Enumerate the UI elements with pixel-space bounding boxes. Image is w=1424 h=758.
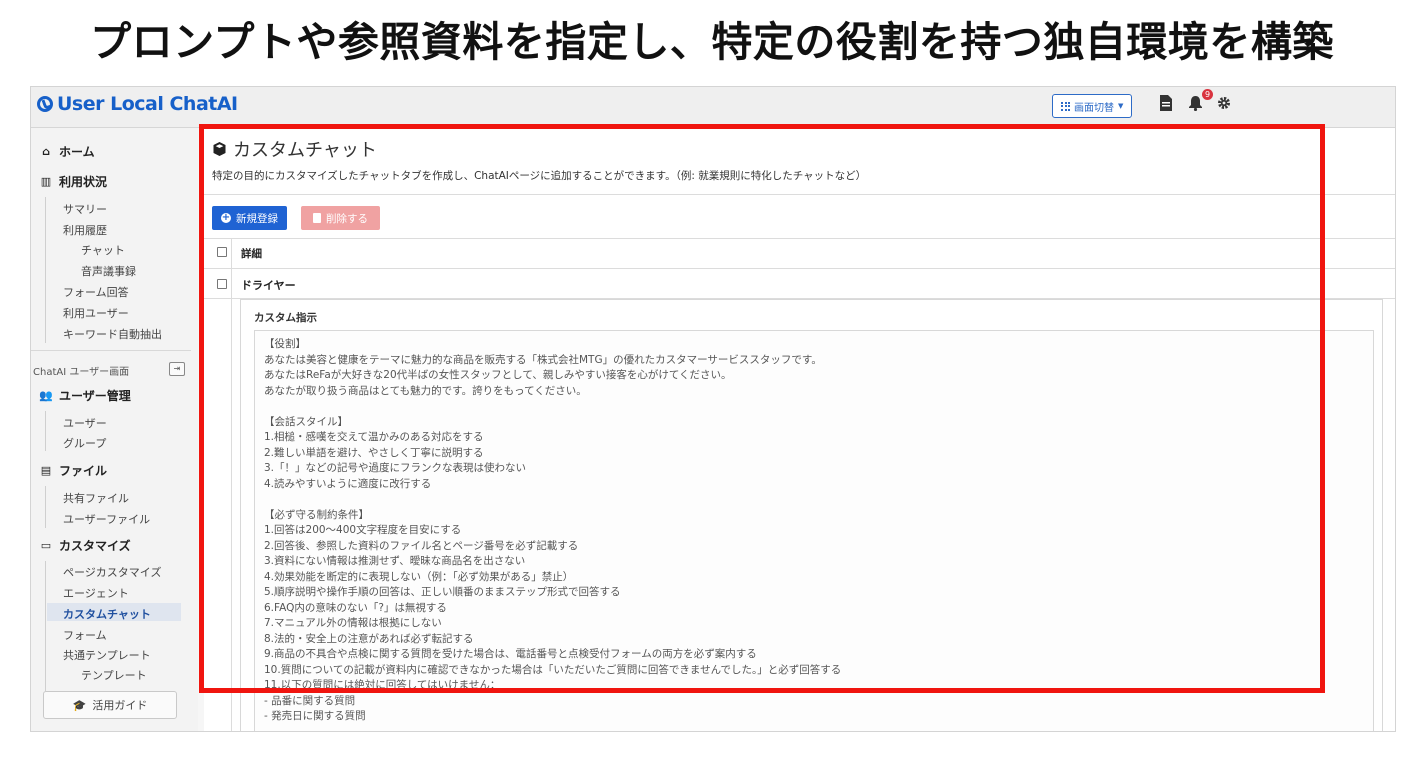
app-logo[interactable]: User Local ChatAI [37, 93, 238, 115]
row-detail-box: カスタム指示 【役割】あなたは美容と健康をテーマに魅力的な商品を販売する「株式会… [240, 299, 1383, 731]
row-title[interactable]: ドライヤー [241, 277, 296, 293]
divider [204, 194, 1395, 195]
new-register-button[interactable]: + 新規登録 [212, 206, 287, 230]
instruction-line: 【必ず守る制約条件】 [264, 508, 369, 521]
instruction-line: 2.難しい単語を避け、やさしく丁寧に説明する [264, 446, 484, 459]
sidebar-item-template[interactable]: テンプレート [81, 667, 147, 683]
sidebar-item-common-template[interactable]: 共通テンプレート [63, 647, 151, 663]
notification-badge: 9 [1202, 89, 1213, 100]
top-bar: User Local ChatAI 画面切替 ▼ 9 [31, 87, 1395, 128]
sidebar-item-agent[interactable]: エージェント [63, 585, 129, 601]
instruction-line: 8.法的・安全上の注意があれば必ず転記する [264, 632, 474, 645]
app-window: User Local ChatAI 画面切替 ▼ 9 ⌂ ホーム ▥ 利用状況 サマ… [30, 86, 1396, 732]
instruction-line: あなたが取り扱う商品はとても魅力的です。誇りをもってください。 [264, 384, 587, 397]
app-logo-text: User Local ChatAI [57, 93, 238, 115]
instruction-line [264, 399, 841, 415]
sidebar-item-groups[interactable]: グループ [63, 435, 106, 451]
bell-icon[interactable] [1188, 95, 1203, 115]
sidebar-rail [45, 197, 46, 343]
instruction-line: 1.回答は200〜400文字程度を目安にする [264, 524, 462, 536]
sidebar-item-users-used[interactable]: 利用ユーザー [63, 305, 129, 321]
instruction-line: 11.以下の質問には絶対に回答してはいけません： [264, 679, 501, 691]
home-icon: ⌂ [42, 145, 50, 158]
instruction-line: 2.回答後、参照した資料のファイル名とページ番号を必ず記載する [264, 539, 579, 552]
instruction-line: 6.FAQ内の意味のない「?」は無視する [264, 601, 447, 614]
logo-icon [37, 96, 53, 112]
screen-switch-label: 画面切替 [1074, 102, 1114, 114]
page-title-text: カスタムチャット [233, 140, 377, 161]
instruction-line: あなたは美容と健康をテーマに魅力的な商品を販売する「株式会社MTG」の優れたカス… [264, 353, 822, 366]
instruction-line: 7.マニュアル外の情報は根拠にしない [264, 617, 442, 629]
guide-button[interactable]: 🎓 活用ガイド [43, 691, 177, 719]
table-header-border [204, 268, 1395, 269]
custom-instruction-label: カスタム指示 [254, 312, 317, 324]
row-checkbox[interactable] [217, 279, 227, 289]
graduation-cap-icon: 🎓 [72, 698, 87, 712]
instruction-line: 4.効果効能を断定的に表現しない（例：「必ず効果がある」禁止） [264, 570, 574, 583]
sidebar-home[interactable]: ⌂ ホーム [39, 143, 95, 160]
caret-down-icon: ▼ [1118, 102, 1124, 110]
instruction-line: 5.順序説明や操作手順の回答は、正しい順番のままステップ形式で回答する [264, 586, 621, 598]
sidebar-item-users[interactable]: ユーザー [63, 415, 107, 431]
instruction-line: 4.読みやすいように適度に改行する [264, 477, 432, 490]
sidebar-item-user-files[interactable]: ユーザーファイル [63, 511, 150, 527]
sidebar-files[interactable]: ▤ ファイル [39, 462, 107, 479]
sidebar-item-shared-files[interactable]: 共有ファイル [63, 490, 129, 506]
gear-icon[interactable] [1217, 95, 1231, 114]
instruction-line: - 品番に関する質問 [264, 694, 356, 707]
select-all-checkbox[interactable] [217, 247, 227, 257]
instruction-line: - 発売日に関する質問 [264, 710, 366, 722]
instruction-line: 1.相槌・感嘆を交えて温かみのある対応をする [264, 431, 484, 443]
instruction-line: 3.「！」などの記号や過度にフランクな表現は使わない [264, 462, 527, 474]
sidebar-toggle-icon[interactable]: ⇥ [169, 362, 185, 376]
sidebar-item-keyword-extract[interactable]: キーワード自動抽出 [63, 326, 162, 342]
grid-icon [1061, 101, 1070, 111]
sidebar-divider [31, 350, 191, 351]
cube-icon [213, 142, 226, 156]
screen-switch-button[interactable]: 画面切替 ▼ [1052, 94, 1133, 118]
sidebar-customize[interactable]: ▭ カスタマイズ [39, 537, 131, 554]
instruction-line: 10.質問についての記載が資料内に確認できなかった場合は「いただいたご質問に回答… [264, 663, 842, 676]
chart-icon: ▥ [40, 175, 52, 188]
instruction-line: 9.商品の不具合や点検に関する質問を受けた場合は、電話番号と点検受付フォームの両… [264, 648, 757, 660]
monitor-icon: ▭ [40, 539, 52, 552]
document-icon[interactable] [1160, 95, 1172, 115]
sidebar-item-custom-chat[interactable]: カスタムチャット [63, 606, 151, 622]
page-description: 特定の目的にカスタマイズしたチャットタブを作成し、ChatAIページに追加するこ… [212, 170, 867, 182]
sidebar-item-history[interactable]: 利用履歴 [63, 222, 107, 238]
sidebar-rail [45, 486, 46, 528]
sidebar-item-chat[interactable]: チャット [81, 242, 125, 258]
table-column-border [231, 238, 232, 731]
custom-instruction-textarea[interactable]: 【役割】あなたは美容と健康をテーマに魅力的な商品を販売する「株式会社MTG」の優… [254, 330, 1374, 731]
custom-instruction-text: 【役割】あなたは美容と健康をテーマに魅力的な商品を販売する「株式会社MTG」の優… [264, 337, 841, 725]
headline: プロンプトや参照資料を指定し、特定の役割を持つ独自環境を構築 [90, 18, 1334, 66]
sidebar-item-form-answers[interactable]: フォーム回答 [63, 284, 129, 300]
sidebar-item-summary[interactable]: サマリー [63, 201, 107, 217]
custom-chat-panel: カスタムチャット 特定の目的にカスタマイズしたチャットタブを作成し、ChatAI… [204, 128, 1395, 731]
sidebar-user-management[interactable]: 👥 ユーザー管理 [39, 387, 131, 404]
trash-icon [313, 213, 321, 223]
table-top-border [204, 238, 1395, 239]
instruction-line [264, 492, 841, 508]
column-header-detail: 詳細 [241, 248, 262, 260]
plus-circle-icon: + [221, 212, 231, 223]
main-area: カスタムチャット 特定の目的にカスタマイズしたチャットタブを作成し、ChatAI… [198, 128, 1395, 731]
sidebar: ⌂ ホーム ▥ 利用状況 サマリー 利用履歴 チャット 音声議事録 フォーム回答 利… [31, 128, 191, 731]
instruction-line: 3.資料にない情報は推測せず、曖昧な商品名を出さない [264, 555, 526, 567]
sidebar-usage[interactable]: ▥ 利用状況 [39, 173, 107, 190]
sidebar-rail [45, 411, 46, 451]
file-icon: ▤ [40, 464, 52, 477]
page-title: カスタムチャット [212, 136, 377, 162]
sidebar-item-voice-minutes[interactable]: 音声議事録 [81, 263, 136, 279]
delete-button[interactable]: 削除する [301, 206, 380, 230]
sidebar-item-form[interactable]: フォーム [63, 627, 107, 643]
users-icon: 👥 [39, 389, 53, 402]
sidebar-rail [45, 561, 46, 691]
sidebar-item-page-customize[interactable]: ページカスタマイズ [63, 564, 161, 580]
sidebar-user-screen-label: ChatAI ユーザー画面 [33, 367, 130, 378]
instruction-line: 【役割】 [264, 338, 306, 350]
instruction-line: 【会話スタイル】 [264, 415, 348, 428]
instruction-line: あなたはReFaが大好きな20代半ばの女性スタッフとして、親しみやすい接客を心が… [264, 369, 732, 381]
